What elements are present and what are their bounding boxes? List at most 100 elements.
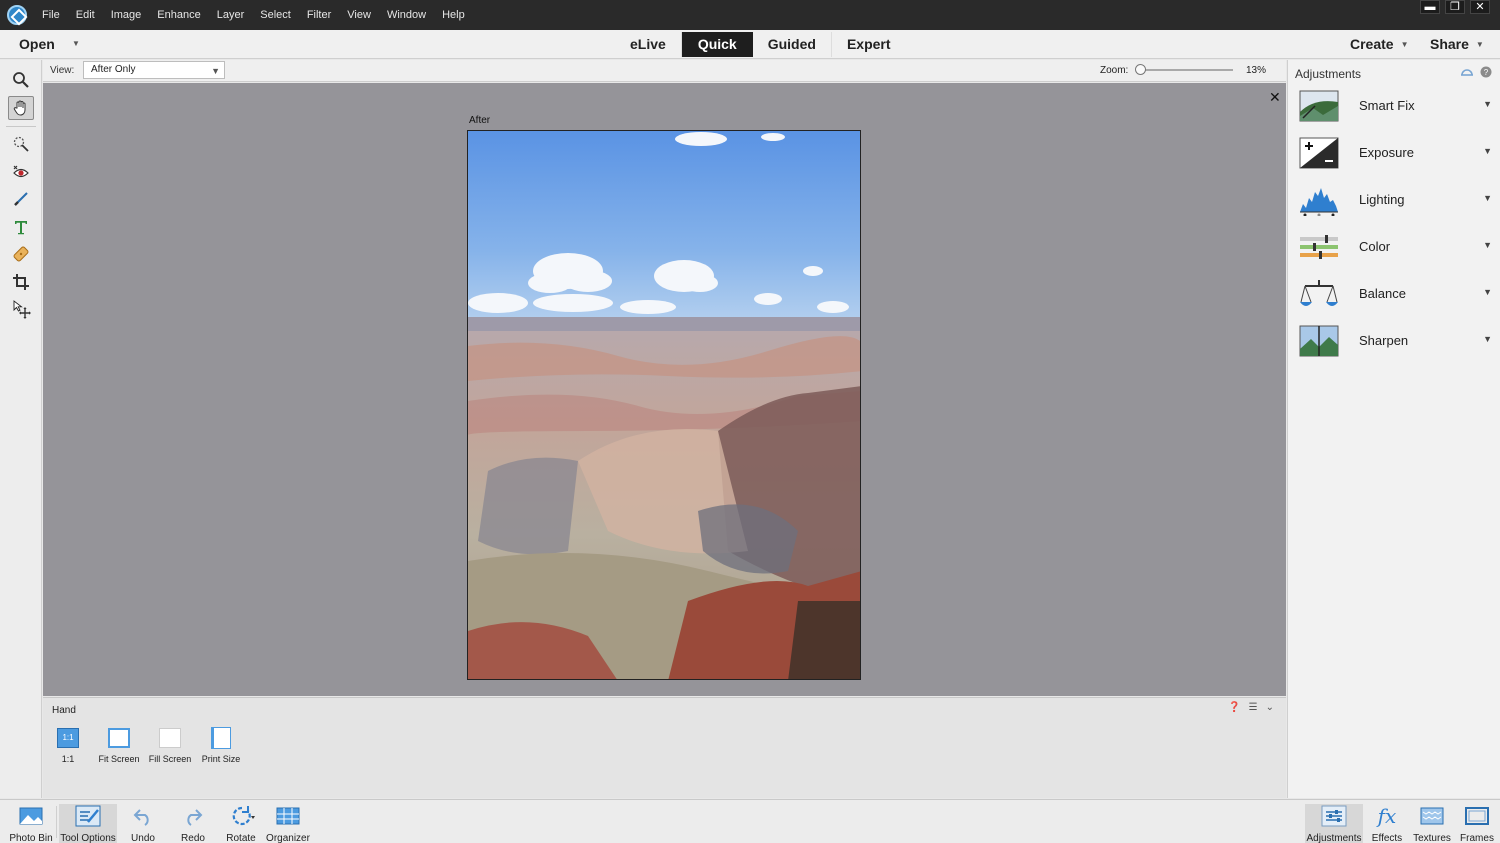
mode-bar: Open ▼ eLive Quick Guided Expert Create ▼… (0, 30, 1500, 59)
adjustments-panel: Adjustments ? Smart Fix ▼ Exposure ▼ Lig… (1287, 60, 1500, 798)
textures-button[interactable]: Textures (1410, 804, 1454, 843)
exposure-label: Exposure (1359, 145, 1414, 160)
zoom-tool-icon[interactable] (8, 68, 34, 92)
fill-screen-icon (158, 727, 182, 749)
frames-icon (1457, 804, 1497, 828)
hand-tool-icon[interactable] (8, 96, 34, 120)
view-options-bar: View: After Only ▼ Zoom: 13% (43, 60, 1286, 82)
create-label: Create (1350, 36, 1394, 52)
share-caret-icon: ▼ (1475, 40, 1484, 49)
tab-expert[interactable]: Expert (832, 32, 906, 57)
effects-button[interactable]: fx Effects (1369, 804, 1405, 843)
actual-pixels-label: 1:1 (61, 754, 75, 764)
menu-enhance[interactable]: Enhance (149, 0, 208, 30)
tool-options-icon (59, 804, 117, 828)
one-to-one-icon-text: 1:1 (57, 728, 79, 748)
sharpen-label: Sharpen (1359, 333, 1409, 348)
close-window-button[interactable]: ✕ (1470, 0, 1490, 14)
undo-button[interactable]: Undo (126, 804, 160, 843)
adjustment-balance[interactable]: Balance ▼ (1288, 273, 1500, 317)
share-button[interactable]: Share ▼ (1430, 36, 1484, 52)
frames-button[interactable]: Frames (1457, 804, 1497, 843)
lighting-histogram-icon (1300, 188, 1338, 216)
adjustment-lighting[interactable]: Lighting ▼ (1288, 179, 1500, 223)
chevron-down-icon: ▼ (1483, 334, 1492, 344)
photo-preview[interactable] (467, 130, 861, 680)
collapse-chevron-icon[interactable]: ⌄ (1266, 702, 1274, 713)
open-button[interactable]: Open (19, 36, 55, 52)
frames-label: Frames (1460, 833, 1494, 843)
tool-options-title: Hand (52, 705, 76, 716)
menu-window[interactable]: Window (379, 0, 434, 30)
textures-label: Textures (1413, 833, 1451, 843)
chevron-down-icon: ▼ (1483, 240, 1492, 250)
adjustment-smart-fix[interactable]: Smart Fix ▼ (1288, 85, 1500, 129)
svg-text:?: ? (1484, 68, 1489, 77)
bottom-taskbar: Photo Bin Tool Options Undo Redo Rotate … (0, 799, 1500, 843)
minimize-button[interactable]: ▬ (1420, 0, 1440, 14)
adjustments-panel-button[interactable]: Adjustments (1305, 804, 1363, 843)
adjustment-color[interactable]: Color ▼ (1288, 226, 1500, 270)
view-select[interactable]: After Only ▼ (83, 61, 225, 79)
image-canvas[interactable]: ✕ After (43, 83, 1286, 696)
create-button[interactable]: Create ▼ (1350, 36, 1409, 52)
redo-icon (176, 804, 210, 828)
rotate-button[interactable]: Rotate (222, 804, 260, 843)
quick-selection-tool-icon[interactable] (8, 132, 34, 156)
crop-tool-icon[interactable] (8, 270, 34, 294)
adjustment-exposure[interactable]: Exposure ▼ (1288, 132, 1500, 176)
color-sliders-icon (1300, 235, 1338, 259)
type-tool-icon[interactable] (8, 215, 34, 239)
zoom-slider-track[interactable] (1140, 69, 1233, 71)
organizer-label: Organizer (266, 833, 310, 843)
view-label: View: (50, 65, 75, 76)
mode-tabs: eLive Quick Guided Expert (615, 32, 906, 57)
menu-select[interactable]: Select (252, 0, 299, 30)
adjustments-button-label: Adjustments (1306, 833, 1362, 843)
menu-file[interactable]: File (42, 0, 68, 30)
canyon-photo (468, 131, 860, 679)
redo-button[interactable]: Redo (176, 804, 210, 843)
zoom-slider-thumb[interactable] (1135, 64, 1146, 75)
sharpen-icon (1299, 325, 1339, 357)
restore-button[interactable]: ❐ (1445, 0, 1465, 14)
adjustment-sharpen[interactable]: Sharpen ▼ (1288, 320, 1500, 364)
open-dropdown-caret-icon[interactable]: ▼ (72, 39, 80, 48)
help-icon[interactable]: ❓ (1228, 702, 1240, 713)
color-label: Color (1359, 239, 1391, 254)
organizer-button[interactable]: Organizer (266, 804, 310, 843)
tool-options-controls: ❓ ☰ ⌄ (1228, 702, 1274, 713)
chevron-down-icon: ▼ (1483, 146, 1492, 156)
tab-guided[interactable]: Guided (753, 32, 832, 57)
actual-pixels-button[interactable]: 1:1 1:1 (39, 727, 97, 764)
panel-menu-icon[interactable]: ☰ (1249, 702, 1258, 713)
effects-label: Effects (1371, 833, 1403, 843)
whiten-teeth-brush-icon[interactable] (8, 187, 34, 211)
fill-screen-button[interactable]: Fill Screen (141, 727, 199, 764)
menu-view[interactable]: View (339, 0, 379, 30)
fit-screen-button[interactable]: Fit Screen (90, 727, 148, 764)
move-tool-icon[interactable] (8, 297, 34, 321)
adjustments-sliders-icon (1305, 804, 1363, 828)
menu-filter[interactable]: Filter (299, 0, 339, 30)
bottom-divider (56, 806, 57, 838)
menu-image[interactable]: Image (103, 0, 150, 30)
menu-help[interactable]: Help (434, 0, 473, 30)
menu-edit[interactable]: Edit (68, 0, 103, 30)
menu-layer[interactable]: Layer (209, 0, 253, 30)
app-logo-icon[interactable] (7, 5, 27, 25)
print-size-button[interactable]: Print Size (192, 727, 250, 764)
tab-elive[interactable]: eLive (615, 32, 682, 57)
spot-healing-brush-icon[interactable] (8, 242, 34, 266)
reset-panel-icon[interactable] (1460, 66, 1474, 78)
help-icon[interactable]: ? (1480, 66, 1492, 78)
tool-options-button[interactable]: Tool Options (59, 804, 117, 843)
red-eye-tool-icon[interactable] (8, 160, 34, 184)
photo-bin-button[interactable]: Photo Bin (8, 804, 54, 843)
chevron-down-icon: ▼ (1483, 287, 1492, 297)
print-size-icon (209, 727, 233, 749)
tab-quick[interactable]: Quick (681, 32, 753, 57)
tool-options-label: Tool Options (60, 833, 116, 843)
close-image-icon[interactable]: ✕ (1269, 89, 1281, 106)
tool-options-panel: Hand ❓ ☰ ⌄ 1:1 1:1 Fit Screen Fill Scree… (43, 697, 1286, 798)
